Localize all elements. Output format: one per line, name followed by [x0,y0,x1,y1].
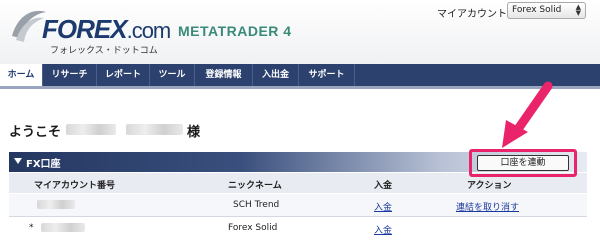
table-row: * Forex Solid 入金 [9,217,587,239]
redacted-account-number [41,223,85,232]
column-header-action: アクション [467,181,512,191]
logo-wordmark: FOREX.com [42,14,171,44]
annotation-arrow-icon [502,81,553,148]
column-header-deposit: 入金 [374,181,393,191]
redacted-account-number [37,200,75,209]
welcome-text: ようこそ [9,125,62,140]
logo-subtitle: フォレックス・ドットコム [50,46,158,56]
nav-item-deposit[interactable]: 入出金 [253,64,299,86]
nav-item-report[interactable]: レポート [97,64,150,86]
nav-item-tools[interactable]: ツール [150,64,195,86]
nav-item-home[interactable]: ホーム [0,64,43,86]
nickname-cell: Forex Solid [228,223,278,233]
nav-item-research[interactable]: リサーチ [43,64,97,86]
nickname-cell: SCH Trend [233,200,280,210]
account-select[interactable]: Forex Solid ▲ ▼ [507,2,586,19]
redacted-name [66,124,116,135]
primary-account-marker: * [29,223,34,233]
section-title: FX口座 [26,159,61,170]
deposit-link[interactable]: 入金 [374,223,392,236]
product-title: METATRADER 4 [178,23,292,39]
column-header-nickname: ニックネーム [228,181,282,191]
table-row: SCH Trend 入金 連結を取り消す [9,194,587,216]
deposit-link[interactable]: 入金 [374,200,392,213]
column-header-account-number: マイアカウント番号 [34,181,116,191]
account-select-value: Forex Solid [512,5,562,15]
unlink-account-link[interactable]: 連結を取り消す [456,200,519,213]
collapse-triangle-icon[interactable] [14,158,22,164]
account-label: マイアカウント [437,9,507,20]
nav-item-support[interactable]: サポート [299,64,355,86]
nav-item-registration[interactable]: 登録情報 [195,64,253,86]
welcome-suffix: 様 [187,125,201,140]
redacted-name [126,124,183,135]
header: FOREX.com フォレックス・ドットコム METATRADER 4 マイアカ… [0,0,600,64]
select-arrows-icon: ▲ ▼ [575,3,581,17]
forex-logo[interactable]: FOREX.com フォレックス・ドットコム [8,6,171,58]
annotation-highlight-box [469,149,577,177]
